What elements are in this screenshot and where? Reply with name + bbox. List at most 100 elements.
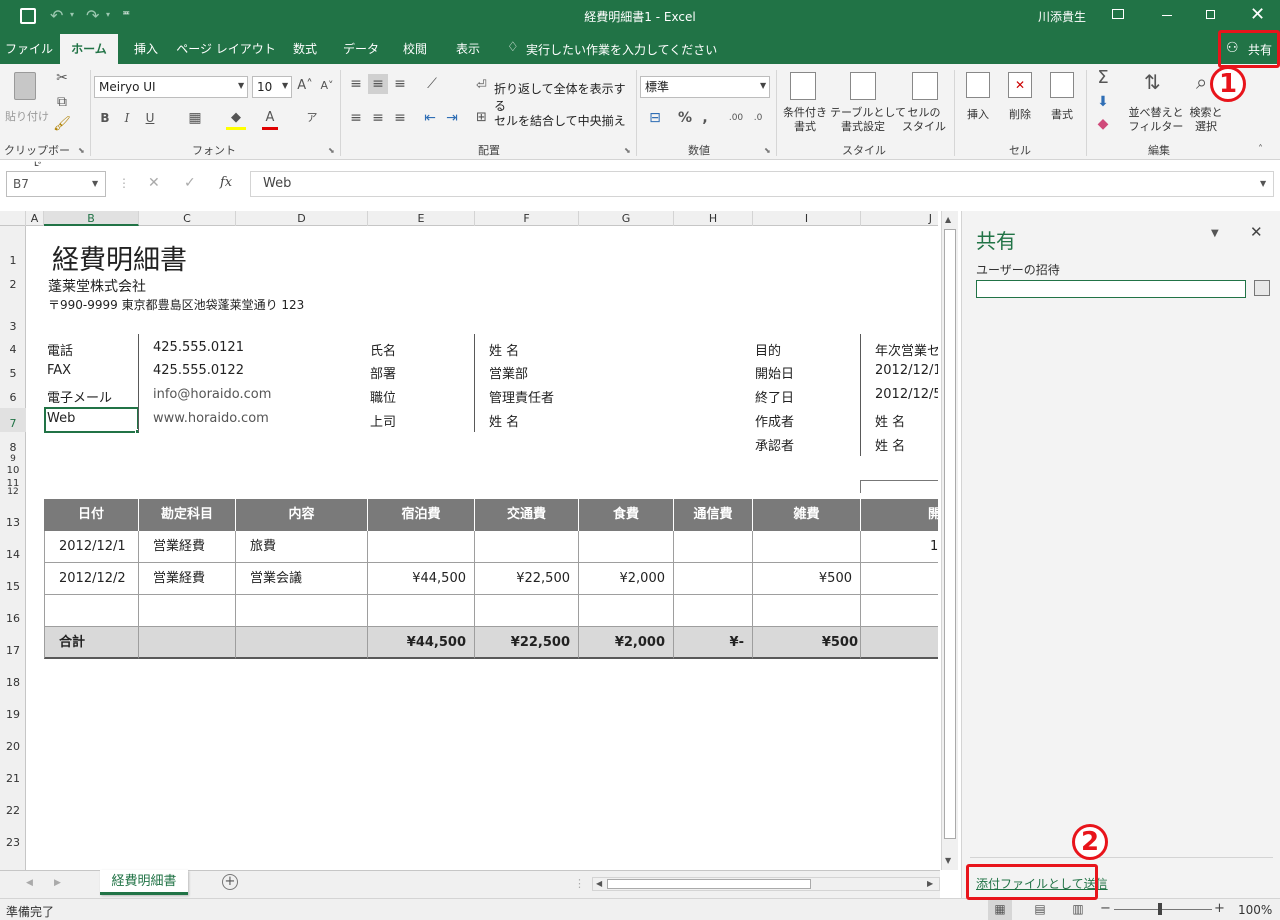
row-header[interactable]: 21: [0, 772, 26, 785]
column-header-c[interactable]: C: [139, 211, 236, 226]
add-sheet-icon[interactable]: +: [222, 874, 238, 890]
redo-dropdown-icon[interactable]: ▾: [106, 10, 110, 19]
worksheet-grid[interactable]: 経費明細書 蓬莱堂株式会社 〒990-9999 東京都豊島区池袋蓬莱堂通り 12…: [26, 226, 938, 870]
row-header[interactable]: 18: [0, 676, 26, 689]
row-header[interactable]: 9: [0, 454, 26, 464]
table-cell[interactable]: [236, 595, 368, 627]
enter-icon[interactable]: ✓: [184, 175, 196, 191]
bottom-align-icon[interactable]: ≡: [390, 74, 410, 94]
collapse-ribbon-icon[interactable]: ˄: [1258, 144, 1263, 155]
employee-label[interactable]: 部署: [370, 363, 396, 382]
pane-options-icon[interactable]: ▼: [1211, 228, 1219, 239]
cell-styles-button[interactable]: セルの スタイル: [900, 68, 948, 140]
table-cell[interactable]: ¥500: [753, 563, 861, 595]
employee-value[interactable]: 姓 名: [489, 411, 519, 430]
table-header[interactable]: 内容: [236, 499, 368, 531]
pane-close-icon[interactable]: ✕: [1250, 223, 1263, 241]
clear-icon[interactable]: ◆: [1092, 114, 1114, 134]
accounting-format-icon[interactable]: ⊟: [642, 108, 668, 128]
column-header-f[interactable]: F: [475, 211, 579, 226]
trip-label[interactable]: 終了日: [755, 387, 794, 406]
table-cell[interactable]: [44, 595, 139, 627]
select-all-corner[interactable]: [0, 211, 26, 226]
table-header[interactable]: 交通費: [475, 499, 579, 531]
format-as-table-button[interactable]: テーブルとして 書式設定: [830, 68, 906, 140]
table-cell[interactable]: [579, 531, 674, 563]
middle-align-icon[interactable]: ≡: [368, 74, 388, 94]
underline-icon[interactable]: U: [140, 108, 160, 128]
contact-value[interactable]: 425.555.0122: [153, 363, 244, 378]
scroll-left-icon[interactable]: ◀: [596, 879, 602, 888]
employee-label[interactable]: 職位: [370, 387, 396, 406]
row-header[interactable]: 6: [0, 391, 26, 404]
tab-review[interactable]: 校閲: [394, 34, 436, 64]
invite-people-input[interactable]: [976, 280, 1246, 298]
font-color-icon[interactable]: A: [262, 108, 278, 130]
next-sheet-icon[interactable]: ▶: [54, 878, 61, 888]
formula-input[interactable]: Web: [250, 171, 1274, 197]
increase-decimal-icon[interactable]: .00: [726, 108, 746, 128]
tab-data[interactable]: データ: [334, 34, 388, 64]
row-header[interactable]: 19: [0, 708, 26, 721]
trip-value[interactable]: 姓 名: [875, 411, 938, 430]
insert-function-icon[interactable]: fx: [220, 175, 232, 190]
row-header[interactable]: 16: [0, 612, 26, 625]
fill-icon[interactable]: ⬇: [1092, 92, 1114, 112]
contact-label[interactable]: 電子メール: [47, 387, 112, 406]
table-cell[interactable]: [753, 595, 861, 627]
page-break-view-icon[interactable]: ▥: [1066, 899, 1090, 920]
page-layout-view-icon[interactable]: ▤: [1028, 899, 1052, 920]
insert-cells-button[interactable]: 挿入: [958, 68, 998, 140]
table-cell[interactable]: 営業経費: [139, 563, 236, 595]
column-header-g[interactable]: G: [579, 211, 674, 226]
scroll-up-icon[interactable]: ▲: [945, 215, 951, 224]
table-cell[interactable]: [579, 595, 674, 627]
sheet-title[interactable]: 経費明細書: [52, 238, 187, 277]
font-launcher-icon[interactable]: ⬊: [328, 146, 335, 155]
table-cell[interactable]: [368, 531, 475, 563]
number-launcher-icon[interactable]: ⬊: [764, 146, 771, 155]
undo-dropdown-icon[interactable]: ▾: [70, 10, 74, 19]
orientation-icon[interactable]: ⟋: [420, 74, 444, 94]
table-header[interactable]: 食費: [579, 499, 674, 531]
table-cell[interactable]: [139, 595, 236, 627]
total-cell[interactable]: [139, 627, 236, 659]
trip-label[interactable]: 作成者: [755, 411, 794, 430]
increase-indent-icon[interactable]: ⇥: [442, 108, 462, 128]
column-header-j[interactable]: J: [861, 211, 938, 226]
tell-me-search[interactable]: 実行したい作業を入力してください: [526, 41, 717, 58]
cut-icon[interactable]: ✂: [52, 68, 72, 88]
table-cell[interactable]: [861, 563, 938, 595]
company-address[interactable]: 〒990-9999 東京都豊島区池袋蓬莱堂通り 123: [48, 296, 304, 313]
shrink-font-icon[interactable]: A˅: [318, 76, 336, 96]
total-cell[interactable]: ¥2,000: [579, 627, 674, 659]
row-header[interactable]: 14: [0, 548, 26, 561]
active-cell-cursor[interactable]: [44, 407, 139, 433]
zoom-in-icon[interactable]: +: [1214, 901, 1225, 916]
table-cell[interactable]: ¥2,000: [579, 563, 674, 595]
trip-label[interactable]: 承認者: [755, 435, 794, 454]
trip-value[interactable]: 2012/12/1: [875, 363, 938, 378]
total-cell[interactable]: ¥-: [674, 627, 753, 659]
table-cell[interactable]: [475, 595, 579, 627]
employee-value[interactable]: 姓 名: [489, 340, 519, 359]
table-cell[interactable]: 営業経費: [139, 531, 236, 563]
total-cell[interactable]: ¥44,500: [368, 627, 475, 659]
contact-label[interactable]: 電話: [47, 340, 73, 359]
table-cell[interactable]: [861, 595, 938, 627]
expand-formula-icon[interactable]: ▼: [1260, 179, 1266, 188]
row-header[interactable]: 10: [0, 465, 26, 476]
row-header[interactable]: 7: [0, 408, 26, 432]
contact-value[interactable]: www.horaido.com: [153, 411, 269, 426]
sheet-tab-active[interactable]: 経費明細書: [100, 870, 188, 895]
table-cell[interactable]: [753, 531, 861, 563]
total-cell[interactable]: 合計: [44, 627, 139, 659]
table-cell[interactable]: [475, 531, 579, 563]
employee-label[interactable]: 上司: [370, 411, 396, 430]
ribbon-display-options-icon[interactable]: [1112, 9, 1124, 19]
trip-value[interactable]: 姓 名: [875, 435, 938, 454]
scroll-down-icon[interactable]: ▼: [945, 856, 951, 865]
table-cell[interactable]: 2012/12/2: [44, 563, 139, 595]
conditional-formatting-button[interactable]: 条件付き 書式: [780, 68, 827, 140]
total-cell[interactable]: [236, 627, 368, 659]
